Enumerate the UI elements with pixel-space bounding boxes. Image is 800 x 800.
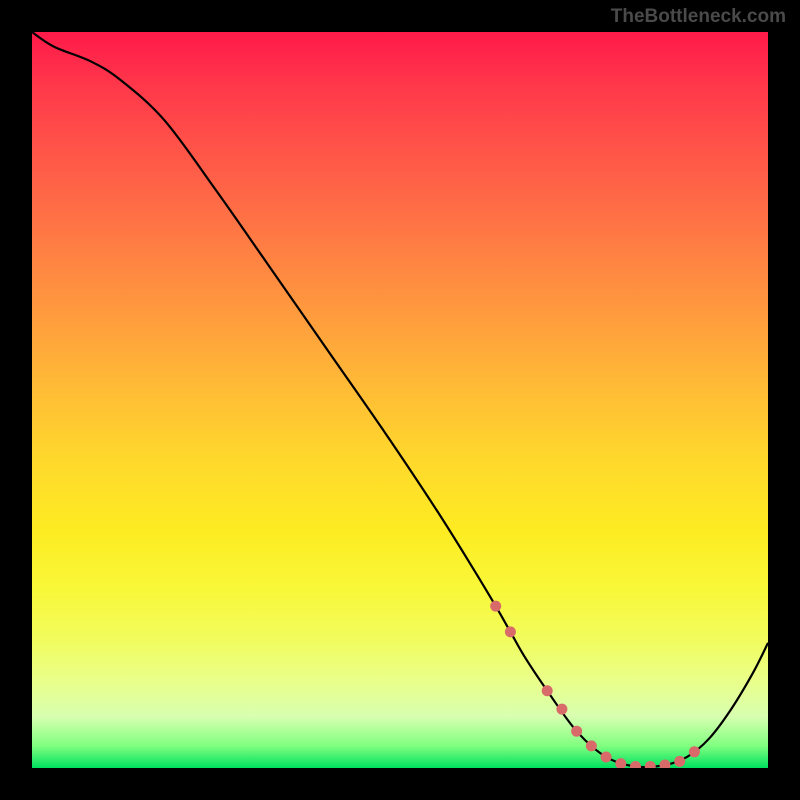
chart-svg: [32, 32, 768, 768]
marker-group: [490, 601, 700, 768]
curve-line: [32, 32, 768, 767]
data-marker: [615, 758, 626, 768]
data-marker: [556, 704, 567, 715]
data-marker: [689, 746, 700, 757]
data-marker: [571, 726, 582, 737]
watermark-text: TheBottleneck.com: [611, 6, 786, 28]
data-marker: [490, 601, 501, 612]
data-marker: [542, 685, 553, 696]
data-marker: [674, 756, 685, 767]
data-marker: [586, 740, 597, 751]
data-marker: [659, 760, 670, 768]
data-marker: [630, 761, 641, 768]
data-marker: [645, 761, 656, 768]
data-marker: [505, 626, 516, 637]
plot-area: [32, 32, 768, 768]
data-marker: [601, 751, 612, 762]
